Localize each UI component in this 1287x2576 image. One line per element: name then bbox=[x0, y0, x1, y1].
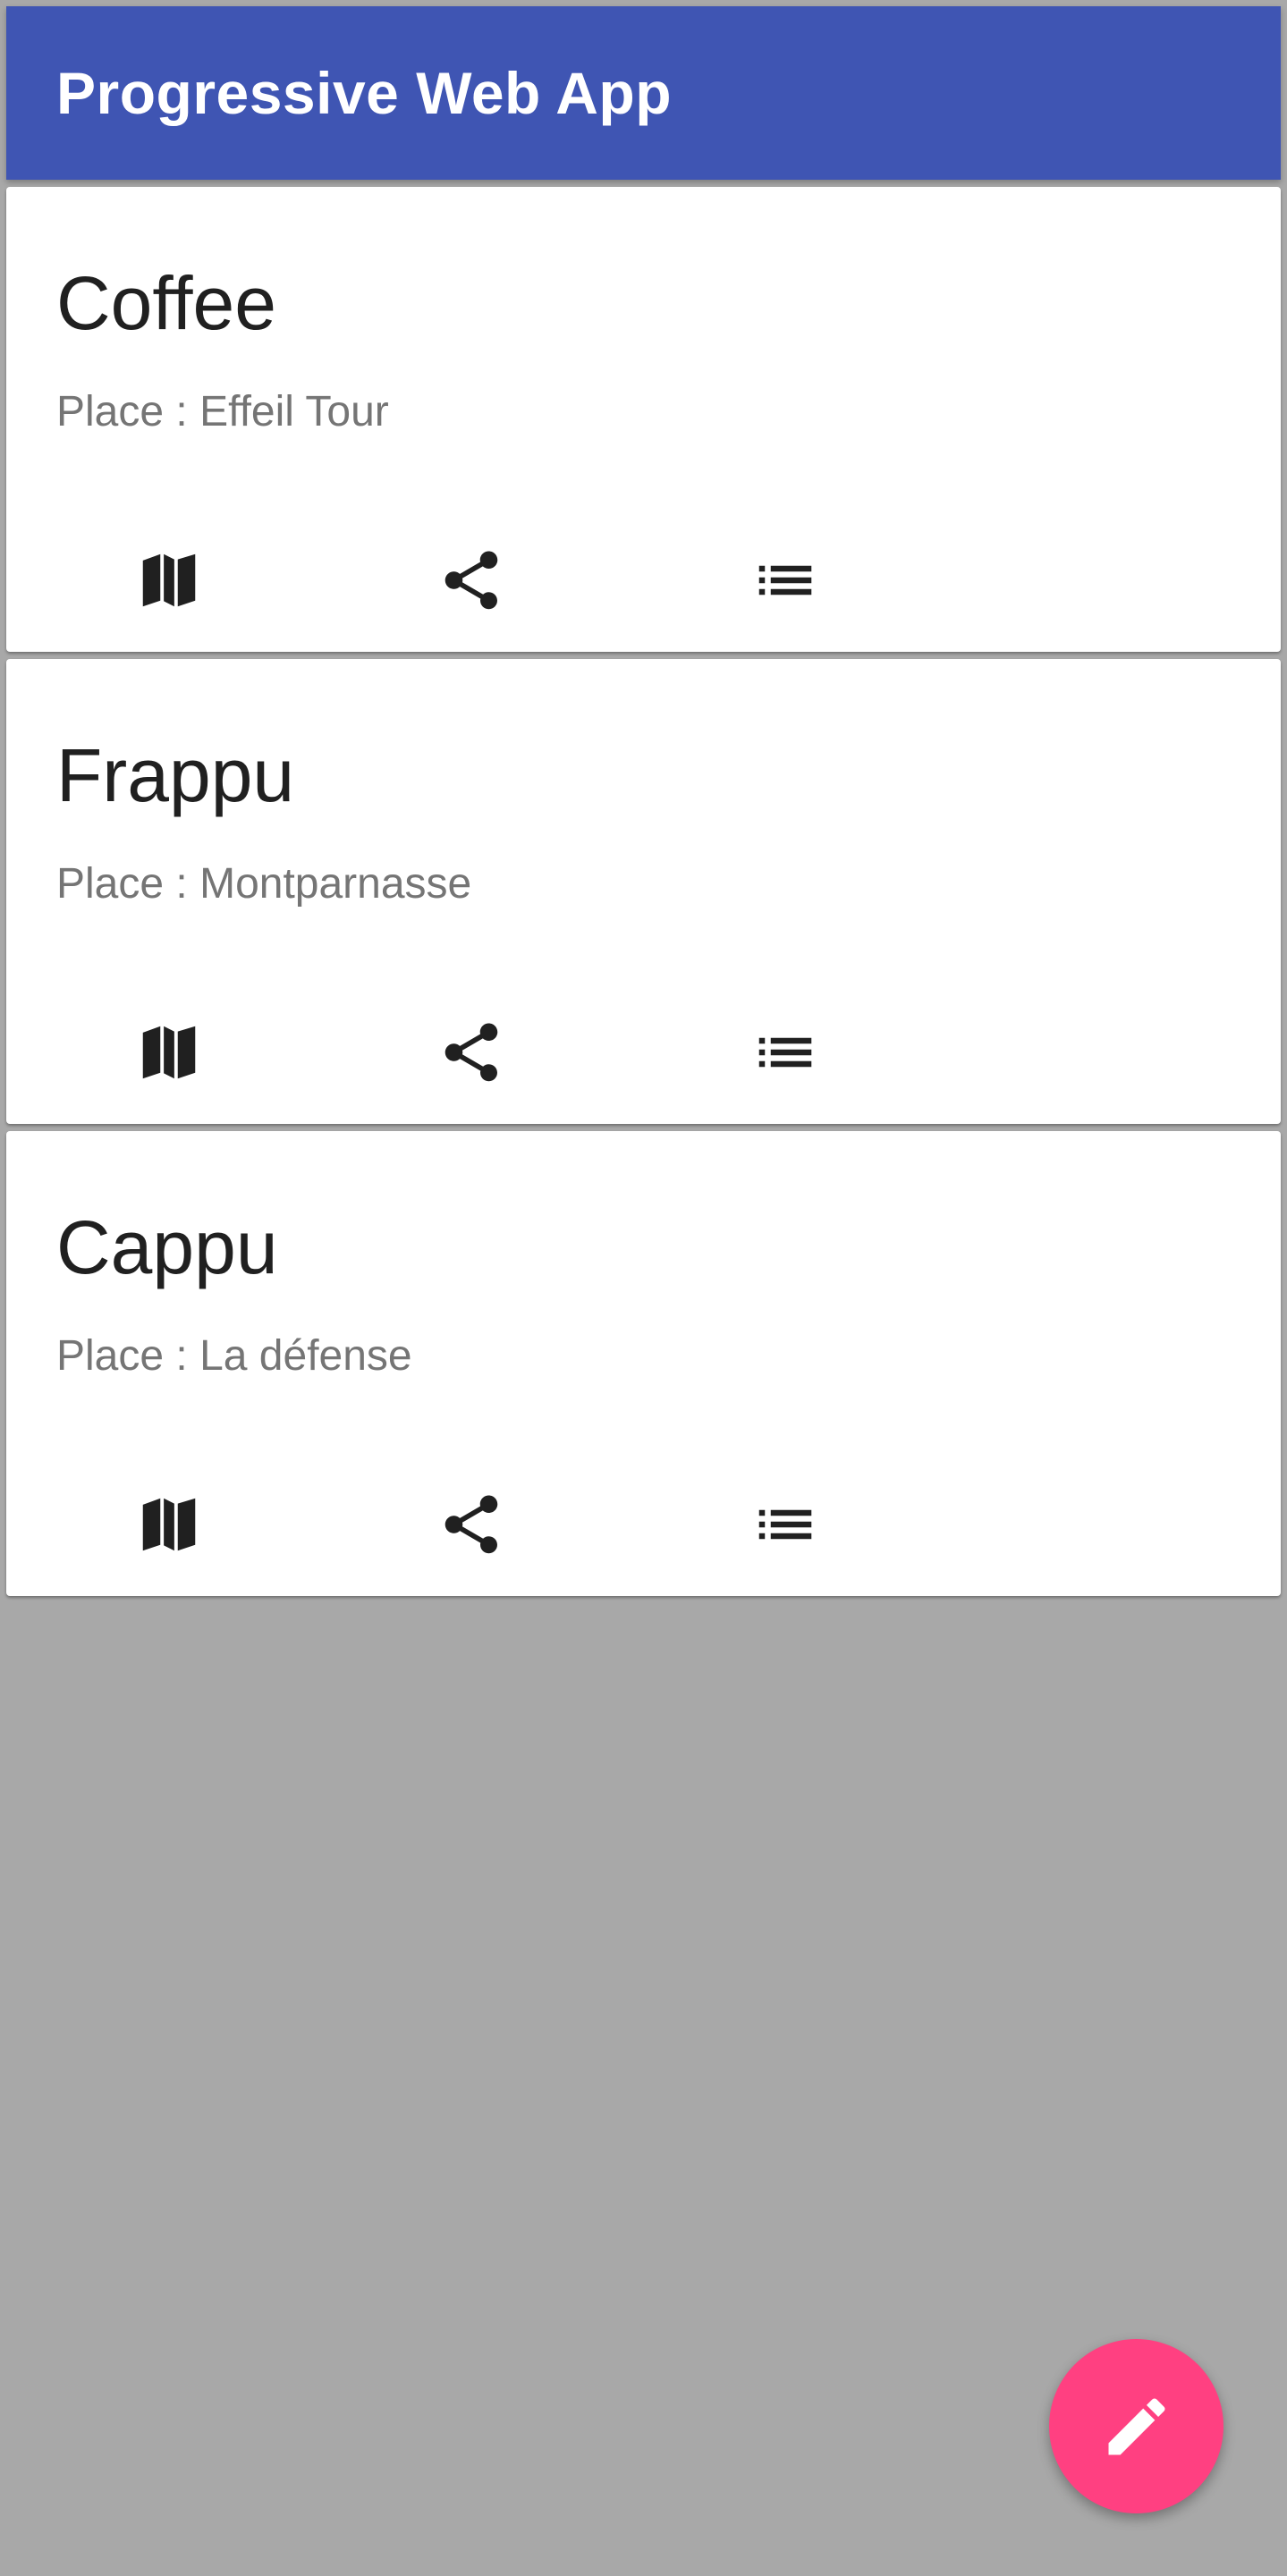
card-subtitle: Place : Effeil Tour bbox=[56, 388, 389, 435]
map-icon bbox=[142, 1026, 196, 1079]
app-bar: Progressive Web App bbox=[6, 6, 1281, 180]
card-coffee: Coffee Place : Effeil Tour bbox=[6, 187, 1281, 652]
card-actions bbox=[6, 1012, 1281, 1093]
map-button[interactable] bbox=[129, 540, 209, 621]
list-icon bbox=[758, 1037, 812, 1068]
card-actions bbox=[6, 1484, 1281, 1565]
card-frappu: Frappu Place : Montparnasse bbox=[6, 659, 1281, 1124]
card-title: Frappu bbox=[56, 733, 295, 817]
app-frame: Progressive Web App Coffee Place : Effei… bbox=[6, 6, 1281, 1596]
list-button[interactable] bbox=[745, 1012, 826, 1093]
card-title: Coffee bbox=[56, 261, 276, 345]
card-subtitle: Place : Montparnasse bbox=[56, 860, 472, 908]
app-title: Progressive Web App bbox=[56, 60, 673, 126]
card-cappu: Cappu Place : La défense bbox=[6, 1131, 1281, 1596]
share-icon bbox=[445, 551, 498, 610]
map-button[interactable] bbox=[129, 1484, 209, 1565]
edit-fab-button[interactable] bbox=[1049, 2339, 1223, 2513]
share-icon bbox=[445, 1495, 498, 1554]
card-actions bbox=[6, 540, 1281, 621]
share-icon bbox=[445, 1023, 498, 1082]
share-button[interactable] bbox=[431, 1484, 512, 1565]
card-title: Cappu bbox=[56, 1205, 278, 1289]
list-icon bbox=[758, 1509, 812, 1540]
edit-pencil-icon bbox=[1108, 2397, 1165, 2454]
map-icon bbox=[142, 553, 196, 607]
list-button[interactable] bbox=[745, 1484, 826, 1565]
map-button[interactable] bbox=[129, 1012, 209, 1093]
share-button[interactable] bbox=[431, 1012, 512, 1093]
card-subtitle: Place : La défense bbox=[56, 1332, 412, 1380]
list-button[interactable] bbox=[745, 540, 826, 621]
list-icon bbox=[758, 565, 812, 595]
share-button[interactable] bbox=[431, 540, 512, 621]
map-icon bbox=[142, 1498, 196, 1551]
